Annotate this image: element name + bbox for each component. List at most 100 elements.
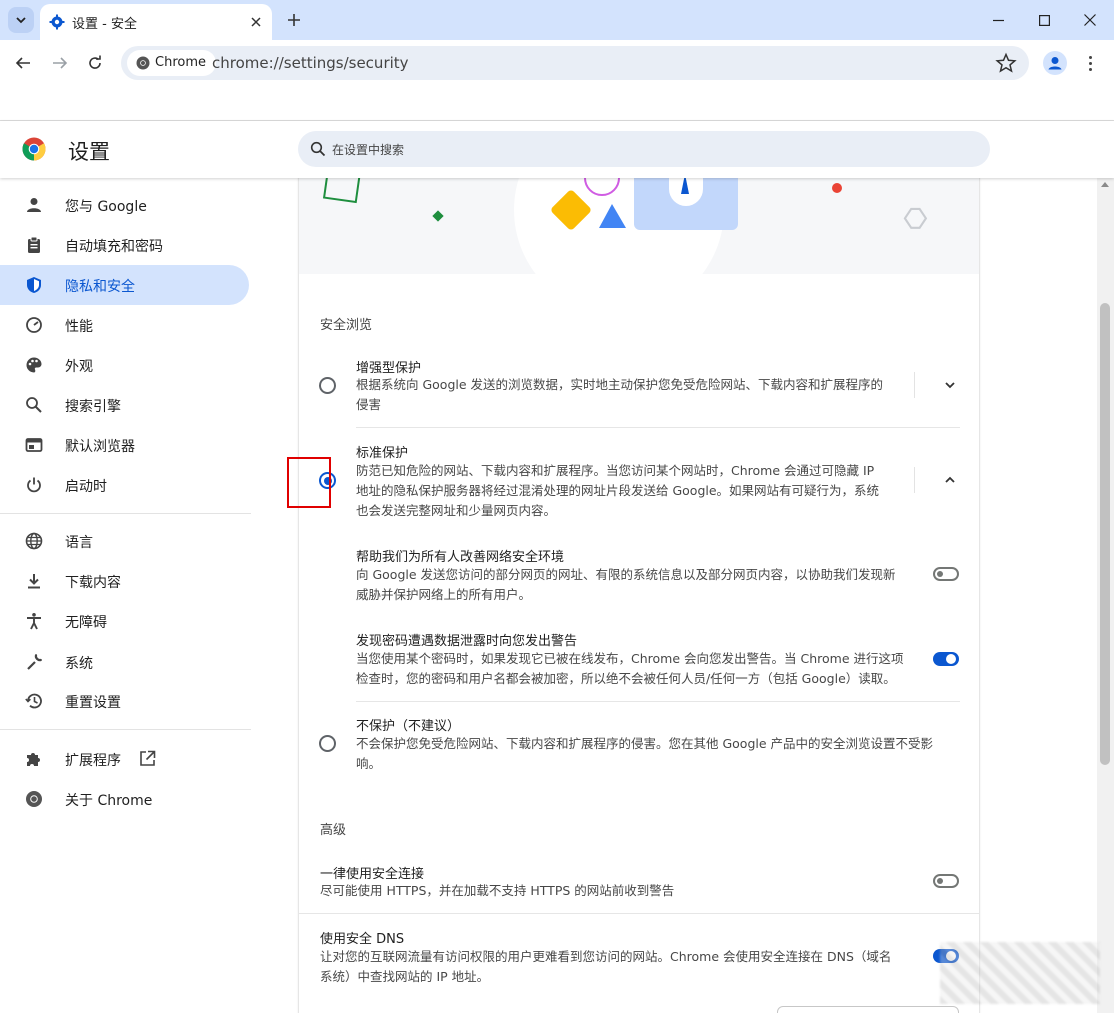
accessibility-icon xyxy=(27,613,41,630)
forward-button[interactable] xyxy=(45,48,75,78)
security-settings-card: 安全浏览 增强型保护 根据系统向 Google 发送的浏览数据，实时地主动保护您… xyxy=(298,170,980,1013)
scrollbar-thumb[interactable] xyxy=(1100,303,1110,765)
sidebar-item-label: 性能 xyxy=(65,319,93,335)
chevron-down-icon[interactable] xyxy=(940,375,960,395)
sidebar-item-label: 重置设置 xyxy=(65,695,121,711)
clipboard-icon xyxy=(28,236,40,253)
sidebar-item-label: 下载内容 xyxy=(65,575,121,591)
enhanced-protection-title: 增强型保护 xyxy=(356,361,422,376)
secure-dns-desc-line1: 让对您的互联网流量有访问权限的用户更难看到您访问的网站。Chrome 会使用安全… xyxy=(320,949,892,964)
sidebar-item-autofill[interactable]: 自动填充和密码 xyxy=(0,225,249,265)
forward-arrow-icon xyxy=(53,57,68,69)
reload-button[interactable] xyxy=(80,48,110,78)
help-improve-desc-line1: 向 Google 发送您访问的部分网页的网址、有限的系统信息以及部分网页内容，以… xyxy=(356,567,896,582)
profile-avatar[interactable] xyxy=(1043,51,1067,75)
search-icon xyxy=(310,141,326,157)
password-warning-title: 发现密码遭遇数据泄露时向您发出警告 xyxy=(356,634,578,649)
speedometer-icon xyxy=(26,317,42,333)
sidebar-item-accessibility[interactable]: 无障碍 xyxy=(0,601,249,641)
close-icon xyxy=(251,17,261,27)
search-placeholder: 在设置中搜索 xyxy=(332,143,405,157)
security-illustration-graphic xyxy=(322,170,928,274)
url-text[interactable]: chrome://settings/security xyxy=(212,54,409,72)
no-protection-title: 不保护（不建议） xyxy=(356,719,461,734)
no-protection-desc-line1: 不会保护您免受危险网站、下载内容和扩展程序的侵害。您在其他 Google 产品中… xyxy=(356,736,934,751)
sidebar-item-label: 隐私和安全 xyxy=(65,279,135,295)
sidebar-item-appearance[interactable]: 外观 xyxy=(0,345,249,385)
help-improve-title: 帮助我们为所有人改善网络安全环境 xyxy=(356,550,565,565)
page-title: 设置 xyxy=(68,140,110,164)
sidebar-item-extensions[interactable]: 扩展程序 xyxy=(0,739,249,779)
maximize-button[interactable] xyxy=(1021,6,1067,34)
close-icon xyxy=(1084,14,1096,26)
https-title: 一律使用安全连接 xyxy=(320,867,425,882)
page-scrollbar[interactable] xyxy=(1097,178,1114,1013)
standard-protection-title: 标准保护 xyxy=(356,446,409,461)
power-icon xyxy=(27,477,41,493)
standard-protection-desc-line3: 也会发送完整网址和少量网页内容。 xyxy=(356,503,557,518)
help-improve-toggle[interactable] xyxy=(933,567,959,581)
secure-dns-title: 使用安全 DNS xyxy=(320,932,405,947)
tab-strip: 设置 - 安全 xyxy=(0,0,1114,40)
chevron-up-icon[interactable] xyxy=(940,470,960,490)
sidebar-item-search-engine[interactable]: 搜索引擎 xyxy=(0,385,249,425)
dns-provider-select[interactable] xyxy=(777,1006,959,1013)
enhanced-protection-desc-line1: 根据系统向 Google 发送的浏览数据，实时地主动保护您免受危险网站、下载内容… xyxy=(356,377,884,392)
shield-icon xyxy=(27,277,41,293)
person-icon xyxy=(27,198,41,212)
site-info-chip[interactable]: Chrome xyxy=(127,50,216,76)
sidebar-item-default-browser[interactable]: 默认浏览器 xyxy=(0,425,249,465)
close-tab-button[interactable] xyxy=(246,12,266,32)
https-toggle[interactable] xyxy=(933,874,959,888)
chrome-icon xyxy=(136,56,150,70)
sidebar-item-label: 外观 xyxy=(65,359,93,375)
back-button[interactable] xyxy=(8,48,38,78)
sidebar-item-performance[interactable]: 性能 xyxy=(0,305,249,345)
https-desc: 尽可能使用 HTTPS，并在加载不支持 HTTPS 的网站前收到警告 xyxy=(320,883,675,898)
radio-no-protection[interactable] xyxy=(319,735,336,752)
scroll-up-arrow-icon[interactable] xyxy=(1101,182,1109,187)
toolbar: Chrome chrome://settings/security xyxy=(0,40,1114,86)
password-warning-toggle[interactable] xyxy=(933,652,959,666)
sidebar-item-label: 语言 xyxy=(65,535,93,551)
palette-icon xyxy=(26,357,42,373)
divider xyxy=(914,467,915,493)
sidebar-item-languages[interactable]: 语言 xyxy=(0,521,249,561)
more-menu-button[interactable] xyxy=(1082,50,1098,76)
secure-dns-desc-line2: 系统）中查找网站的 IP 地址。 xyxy=(320,969,490,984)
chrome-logo-icon xyxy=(22,137,46,161)
settings-search-input[interactable]: 在设置中搜索 xyxy=(298,131,990,167)
tab-search-button[interactable] xyxy=(8,7,34,33)
sidebar-item-privacy-security[interactable]: 隐私和安全 xyxy=(0,265,249,305)
standard-protection-desc-line1: 防范已知危险的网站、下载内容和扩展程序。当您访问某个网站时，Chrome 会通过… xyxy=(356,463,875,478)
chrome-icon xyxy=(26,791,42,807)
sidebar-item-system[interactable]: 系统 xyxy=(0,642,249,682)
watermark xyxy=(940,942,1100,1004)
address-bar[interactable]: Chrome chrome://settings/security xyxy=(121,46,1029,80)
browser-icon xyxy=(25,438,43,452)
section-title-safe-browsing: 安全浏览 xyxy=(320,318,373,333)
standard-protection-desc-line2: 地址的隐私保护服务器将经过混淆处理的网址片段发送给 Google。如果网站有可疑… xyxy=(356,483,880,498)
bookmark-star-icon[interactable] xyxy=(995,52,1017,74)
new-tab-button[interactable] xyxy=(282,8,306,32)
help-improve-desc-line2: 威胁并保护网络上的所有用户。 xyxy=(356,587,532,602)
sidebar-item-you-and-google[interactable]: 您与 Google xyxy=(0,185,249,225)
sidebar-item-reset[interactable]: 重置设置 xyxy=(0,681,249,721)
sidebar-item-downloads[interactable]: 下载内容 xyxy=(0,561,249,601)
tab-settings-security[interactable]: 设置 - 安全 xyxy=(40,4,272,40)
sidebar-item-on-startup[interactable]: 启动时 xyxy=(0,465,249,505)
external-link-icon xyxy=(140,750,156,766)
close-window-button[interactable] xyxy=(1067,6,1113,34)
sidebar-divider xyxy=(0,513,251,514)
sidebar-item-about-chrome[interactable]: 关于 Chrome xyxy=(0,779,249,819)
radio-enhanced-protection[interactable] xyxy=(319,377,336,394)
sidebar-item-label: 无障碍 xyxy=(65,615,107,631)
divider xyxy=(356,427,960,428)
sidebar-item-label: 搜索引擎 xyxy=(65,399,121,415)
minimize-icon xyxy=(992,19,1004,21)
sidebar-item-label: 系统 xyxy=(65,656,93,672)
security-illustration xyxy=(299,170,979,274)
gear-icon xyxy=(49,14,65,30)
minimize-button[interactable] xyxy=(975,6,1021,34)
reload-icon xyxy=(89,55,101,69)
